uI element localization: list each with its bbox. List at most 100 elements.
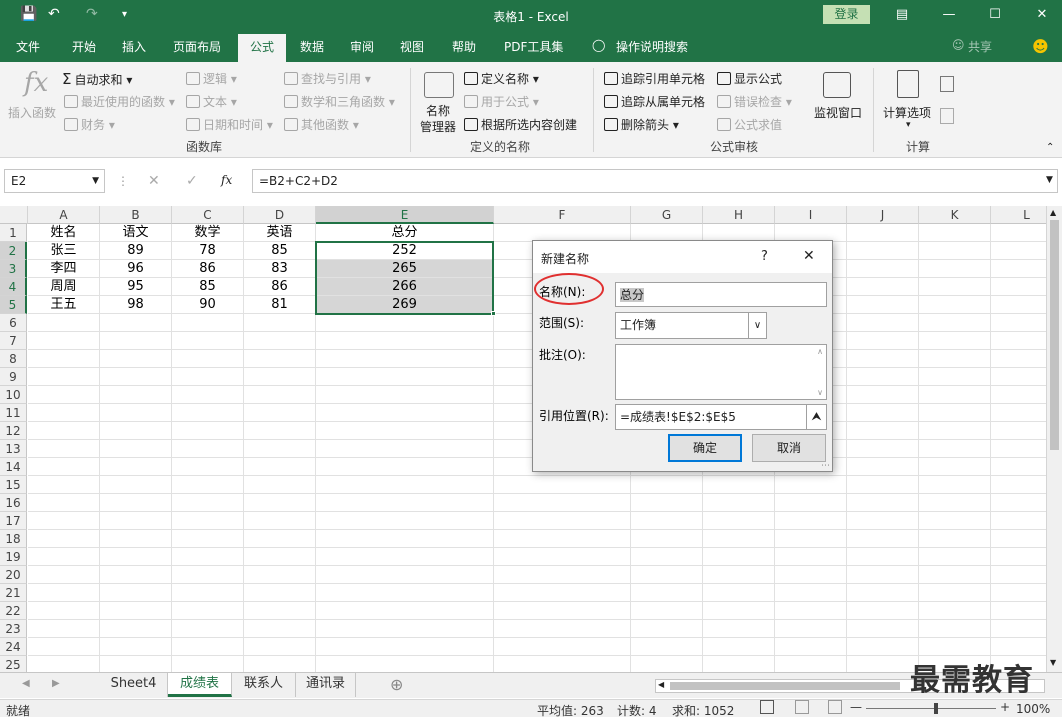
watch-window-button[interactable]: 监视窗口 <box>814 104 862 121</box>
cell[interactable] <box>631 530 703 548</box>
cell[interactable]: 姓名 <box>28 224 100 242</box>
resize-grip-icon[interactable]: ⋯ <box>821 461 830 471</box>
cell[interactable] <box>100 548 172 566</box>
cell[interactable]: 81 <box>244 296 316 314</box>
cell[interactable] <box>316 512 494 530</box>
sheet-tab[interactable]: 联系人 <box>232 673 296 697</box>
cell[interactable] <box>100 620 172 638</box>
row-header[interactable]: 18 <box>0 530 27 548</box>
cell[interactable] <box>847 602 919 620</box>
error-checking-button[interactable]: 错误检查 ▾ <box>717 93 792 110</box>
cell[interactable] <box>775 656 847 672</box>
cell[interactable] <box>100 476 172 494</box>
scroll-down-icon[interactable]: ∨ <box>817 388 823 397</box>
cell[interactable] <box>919 440 991 458</box>
cell[interactable] <box>172 386 244 404</box>
row-header[interactable]: 13 <box>0 440 27 458</box>
normal-view-icon[interactable] <box>760 700 774 714</box>
cell[interactable]: 83 <box>244 260 316 278</box>
cell[interactable] <box>703 638 775 656</box>
row-header[interactable]: 6 <box>0 314 27 332</box>
use-in-formula-button[interactable]: 用于公式 ▾ <box>464 93 539 110</box>
cell[interactable] <box>316 350 494 368</box>
cell[interactable] <box>244 548 316 566</box>
cell[interactable] <box>919 602 991 620</box>
more-functions-button[interactable]: 其他函数 ▾ <box>284 116 359 133</box>
cell[interactable] <box>775 566 847 584</box>
cell[interactable] <box>244 404 316 422</box>
tab-pdf-tools[interactable]: PDF工具集 <box>504 38 563 55</box>
cell[interactable] <box>847 386 919 404</box>
cell[interactable] <box>28 440 100 458</box>
cell[interactable]: 90 <box>172 296 244 314</box>
trace-precedents-button[interactable]: 追踪引用单元格 <box>604 70 705 87</box>
cell[interactable] <box>172 440 244 458</box>
chevron-down-icon[interactable]: ▾ <box>906 120 911 130</box>
cell[interactable] <box>991 638 1046 656</box>
cell[interactable] <box>316 530 494 548</box>
cell[interactable] <box>991 494 1046 512</box>
cell[interactable]: 85 <box>244 242 316 260</box>
cell[interactable] <box>316 314 494 332</box>
row-header[interactable]: 25 <box>0 656 27 672</box>
cell[interactable] <box>919 260 991 278</box>
cell[interactable] <box>919 386 991 404</box>
tab-insert[interactable]: 插入 <box>122 38 146 55</box>
cell[interactable]: 英语 <box>244 224 316 242</box>
cell[interactable] <box>631 656 703 672</box>
tab-home[interactable]: 开始 <box>72 38 96 55</box>
cell[interactable] <box>316 368 494 386</box>
tab-formulas[interactable]: 公式 <box>238 34 287 62</box>
cell[interactable] <box>172 584 244 602</box>
login-button[interactable]: 登录 <box>823 5 870 24</box>
calculate-sheet-icon[interactable] <box>940 108 954 124</box>
cell[interactable] <box>847 422 919 440</box>
sheet-tab[interactable]: 通讯录 <box>296 673 356 697</box>
tab-file[interactable]: 文件 <box>16 38 40 55</box>
enter-icon[interactable]: ✓ <box>186 173 198 189</box>
cell[interactable] <box>991 548 1046 566</box>
cell[interactable] <box>28 512 100 530</box>
column-header[interactable]: B <box>100 206 172 224</box>
row-header[interactable]: 4 <box>0 278 27 296</box>
cell[interactable] <box>919 512 991 530</box>
cell[interactable] <box>100 584 172 602</box>
cell[interactable] <box>316 440 494 458</box>
cell[interactable] <box>172 350 244 368</box>
cell[interactable] <box>631 620 703 638</box>
scroll-left-icon[interactable]: ◀ <box>658 680 664 689</box>
cell[interactable] <box>991 404 1046 422</box>
cell[interactable] <box>494 656 631 672</box>
cell[interactable] <box>775 512 847 530</box>
cell[interactable] <box>847 350 919 368</box>
cell[interactable] <box>919 350 991 368</box>
cell[interactable] <box>847 260 919 278</box>
cell[interactable] <box>172 656 244 672</box>
cell[interactable] <box>847 638 919 656</box>
tab-view[interactable]: 视图 <box>400 38 424 55</box>
row-header[interactable]: 7 <box>0 332 27 350</box>
scroll-up-icon[interactable]: ∧ <box>817 347 823 356</box>
cell[interactable] <box>919 530 991 548</box>
column-header[interactable]: J <box>847 206 919 224</box>
cell[interactable] <box>991 332 1046 350</box>
cell[interactable]: 86 <box>244 278 316 296</box>
cell[interactable]: 王五 <box>28 296 100 314</box>
create-from-selection-button[interactable]: 根据所选内容创建 <box>464 116 577 133</box>
scroll-up-icon[interactable]: ▲ <box>1050 208 1056 217</box>
row-header[interactable]: 2 <box>0 242 27 260</box>
cell[interactable] <box>100 368 172 386</box>
cell[interactable] <box>847 620 919 638</box>
cell[interactable] <box>631 476 703 494</box>
cell[interactable] <box>28 530 100 548</box>
comment-textarea[interactable]: ∧ ∨ <box>615 344 827 400</box>
cell[interactable]: 李四 <box>28 260 100 278</box>
cell[interactable] <box>494 476 631 494</box>
row-header[interactable]: 11 <box>0 404 27 422</box>
cell[interactable] <box>703 584 775 602</box>
cell[interactable] <box>244 584 316 602</box>
cell[interactable] <box>631 602 703 620</box>
cell[interactable] <box>172 494 244 512</box>
row-header[interactable]: 10 <box>0 386 27 404</box>
cell[interactable] <box>919 638 991 656</box>
